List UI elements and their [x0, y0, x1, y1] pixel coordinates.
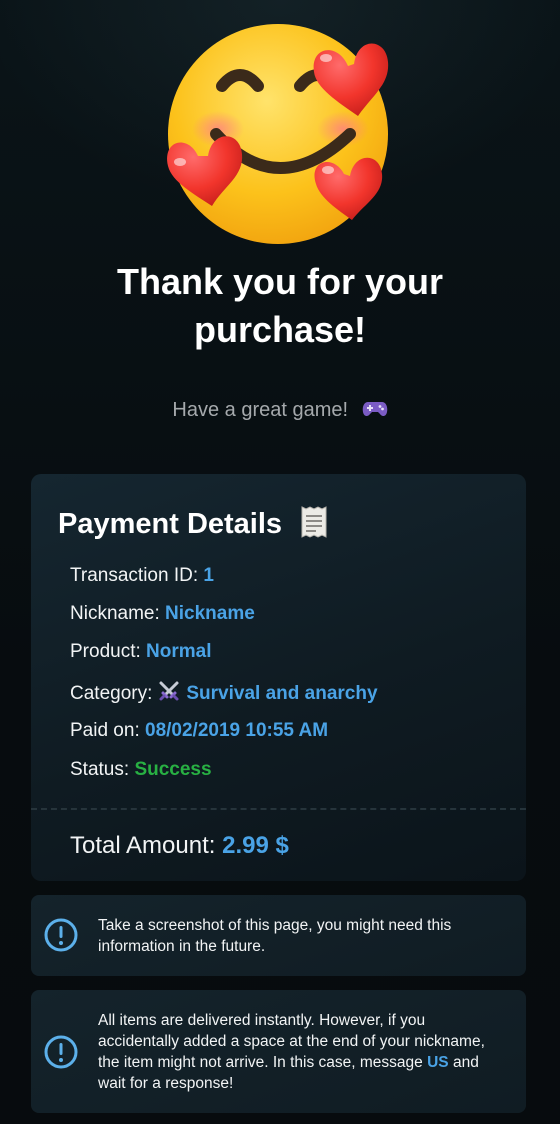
divider [31, 808, 526, 810]
payment-details-title-text: Payment Details [58, 508, 283, 540]
payment-details-title: Payment Details [58, 504, 328, 544]
product-value: Normal [146, 641, 212, 662]
category-value: Survival and anarchy [186, 683, 378, 704]
nickname-row: Nickname: Nickname [70, 601, 255, 627]
nickname-label: Nickname: [70, 603, 160, 624]
gamepad-icon [362, 402, 387, 417]
paid-on-row: Paid on: 08/02/2019 10:55 AM [70, 718, 328, 744]
delivery-notice: All items are delivered instantly. Howev… [31, 990, 526, 1113]
page-title: Thank you for your purchase! [40, 258, 520, 354]
category-row: Category: Survival and anarchy [70, 680, 378, 707]
paid-on-value: 08/02/2019 10:55 AM [145, 720, 329, 741]
transaction-id-value: 1 [203, 565, 214, 586]
transaction-id-label: Transaction ID: [70, 565, 199, 586]
status-label: Status: [70, 759, 130, 780]
exclamation-circle-icon [44, 1035, 78, 1069]
status-value: Success [134, 759, 212, 780]
total-amount-label: Total Amount: [70, 832, 216, 859]
product-label: Product: [70, 641, 141, 662]
smiling-face-with-hearts-icon [167, 24, 389, 244]
total-amount-value: 2.99 $ [222, 832, 289, 859]
paid-on-label: Paid on: [70, 720, 140, 741]
screenshot-notice: Take a screenshot of this page, you migh… [31, 895, 526, 976]
title-line-2: purchase! [193, 309, 367, 350]
purchase-success-page: Thank you for your purchase! Have a grea… [0, 0, 560, 1124]
exclamation-circle-icon [44, 918, 78, 952]
subtitle: Have a great game! [0, 396, 560, 424]
title-line-1: Thank you for your [116, 261, 444, 302]
subtitle-text: Have a great game! [172, 399, 349, 421]
contact-us-link[interactable]: US [427, 1054, 449, 1071]
payment-details-card: Payment Details Transaction ID: 1 Nickna… [31, 474, 526, 881]
product-row: Product: Normal [70, 639, 212, 665]
receipt-icon [301, 506, 327, 538]
total-amount-row: Total Amount: 2.99 $ [70, 830, 289, 862]
nickname-value: Nickname [165, 603, 255, 624]
screenshot-notice-text: Take a screenshot of this page, you migh… [98, 917, 452, 955]
crossed-swords-icon [159, 681, 179, 701]
category-label: Category: [70, 683, 153, 704]
delivery-notice-text: All items are delivered instantly. Howev… [98, 1010, 506, 1094]
transaction-id-row: Transaction ID: 1 [70, 563, 214, 589]
status-row: Status: Success [70, 757, 212, 783]
